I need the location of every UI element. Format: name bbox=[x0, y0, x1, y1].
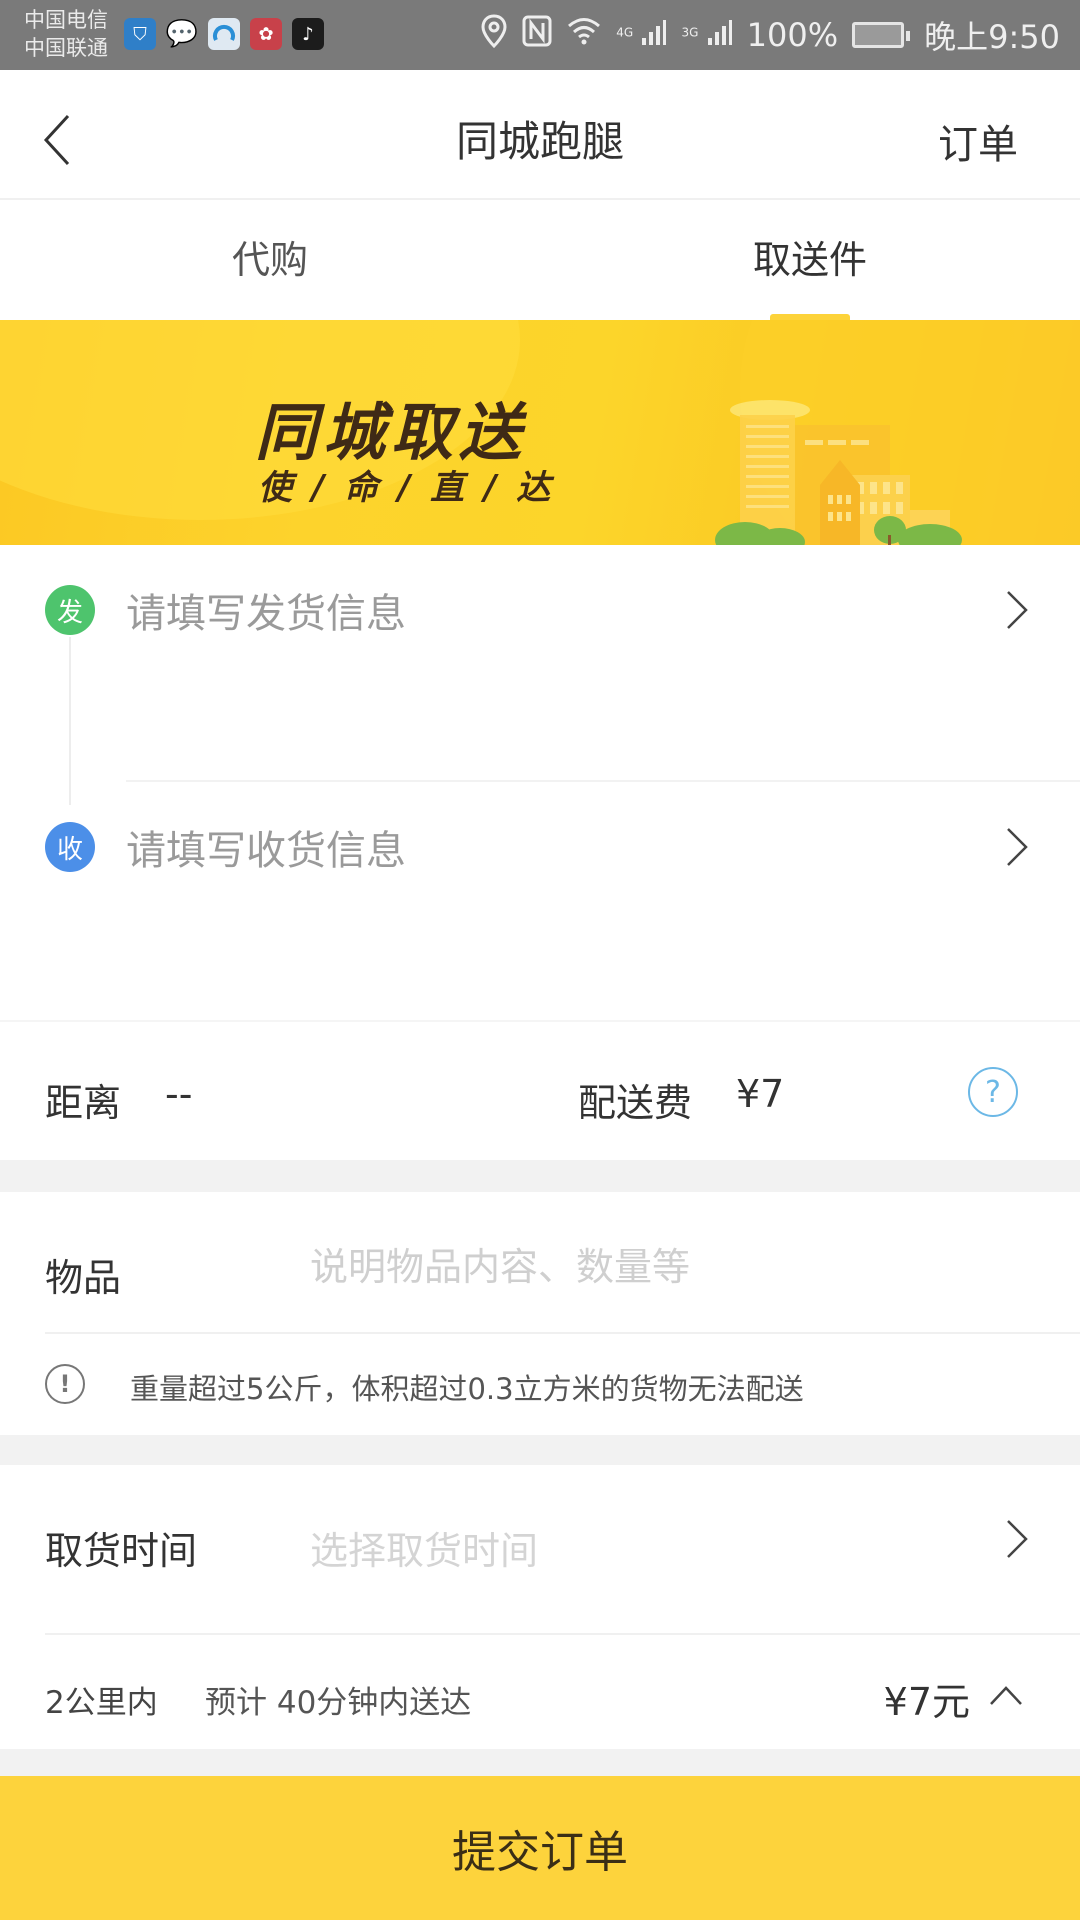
shipping-fee-label: 配送费 bbox=[578, 1081, 693, 1125]
tab-purchase[interactable]: 代购 bbox=[0, 200, 540, 320]
nav-header: 同城跑腿 订单 bbox=[0, 70, 1080, 200]
receiver-badge: 收 bbox=[45, 822, 95, 872]
huawei-icon: ✿ bbox=[250, 18, 282, 50]
receiver-info-row[interactable]: 收 请填写收货信息 bbox=[0, 782, 1080, 912]
distance-label: 距离 bbox=[45, 1081, 122, 1125]
wifi-icon bbox=[566, 16, 602, 54]
tiktok-icon: ♪ bbox=[292, 18, 324, 50]
clock: 晚上9:50 bbox=[924, 18, 1060, 56]
item-description-input[interactable] bbox=[310, 1237, 1010, 1297]
divider bbox=[45, 1633, 1080, 1635]
service-tabs: 代购 取送件 bbox=[0, 200, 1080, 320]
weight-warning-text: 重量超过5公斤，体积超过0.3立方米的货物无法配送 bbox=[130, 1372, 804, 1406]
divider bbox=[45, 1332, 1080, 1334]
pickup-time-label: 取货时间 bbox=[45, 1529, 198, 1573]
distance-value: -- bbox=[165, 1072, 193, 1116]
battery-percent: 100% bbox=[746, 16, 839, 54]
carrier-1: 中国电信 bbox=[24, 8, 108, 32]
fee-row: 距离 -- 配送费 ¥7 ? bbox=[0, 1020, 1080, 1160]
system-icons: 4G 3G 100% 晚上9:50 bbox=[480, 0, 1060, 70]
browser-icon bbox=[208, 18, 240, 50]
city-skyline-illustration bbox=[715, 400, 962, 545]
notification-icons: ⛉ 💬 ✿ ♪ bbox=[124, 18, 324, 50]
promo-banner[interactable]: 同城取送 使 / 命 / 直 / 达 bbox=[0, 320, 1080, 545]
network-type-1: 4G bbox=[616, 24, 634, 39]
carrier-info: 中国电信 中国联通 bbox=[24, 6, 108, 62]
chevron-right-icon bbox=[1004, 825, 1030, 869]
summary-distance: 2公里内 bbox=[45, 1685, 158, 1721]
wechat-icon: 💬 bbox=[165, 19, 199, 49]
status-bar: 中国电信 中国联通 ⛉ 💬 ✿ ♪ 4G 3G 100% 晚上9:50 bbox=[0, 0, 1080, 70]
sender-info-row[interactable]: 发 请填写发货信息 bbox=[0, 545, 1080, 675]
security-shield-icon: ⛉ bbox=[124, 18, 156, 50]
sender-placeholder: 请填写发货信息 bbox=[126, 591, 406, 637]
help-icon[interactable]: ? bbox=[968, 1067, 1018, 1117]
chevron-up-icon[interactable] bbox=[988, 1683, 1024, 1707]
warning-icon: ! bbox=[45, 1364, 85, 1404]
nfc-icon bbox=[522, 15, 552, 55]
signal-4g-icon: 4G bbox=[616, 18, 667, 53]
page-title: 同城跑腿 bbox=[455, 117, 624, 166]
orders-link[interactable]: 订单 bbox=[938, 112, 1018, 170]
summary-price[interactable]: ¥7元 bbox=[884, 1671, 970, 1726]
pickup-time-placeholder: 选择取货时间 bbox=[310, 1529, 539, 1573]
carrier-2: 中国联通 bbox=[24, 36, 108, 60]
chevron-right-icon bbox=[1004, 1517, 1030, 1561]
item-label: 物品 bbox=[45, 1256, 122, 1300]
submit-order-button[interactable]: 提交订单 bbox=[0, 1776, 1080, 1920]
address-card: 发 请填写发货信息 收 请填写收货信息 bbox=[0, 545, 1080, 1020]
banner-subtitle: 使 / 命 / 直 / 达 bbox=[258, 468, 555, 508]
chevron-right-icon bbox=[1004, 588, 1030, 632]
shipping-fee-value: ¥7 bbox=[736, 1072, 785, 1116]
signal-3g-icon: 3G bbox=[681, 18, 732, 53]
item-card: 物品 ! 重量超过5公斤，体积超过0.3立方米的货物无法配送 bbox=[0, 1192, 1080, 1435]
tab-pickup-delivery[interactable]: 取送件 bbox=[540, 200, 1080, 320]
location-icon bbox=[480, 14, 508, 56]
banner-title: 同城取送 bbox=[255, 396, 528, 469]
network-type-2: 3G bbox=[681, 24, 699, 39]
sender-badge: 发 bbox=[45, 585, 95, 635]
summary-eta: 预计 40分钟内送达 bbox=[205, 1685, 472, 1721]
pickup-time-card: 取货时间 选择取货时间 2公里内 预计 40分钟内送达 ¥7元 bbox=[0, 1465, 1080, 1749]
battery-icon bbox=[852, 22, 911, 48]
receiver-placeholder: 请填写收货信息 bbox=[126, 828, 406, 874]
